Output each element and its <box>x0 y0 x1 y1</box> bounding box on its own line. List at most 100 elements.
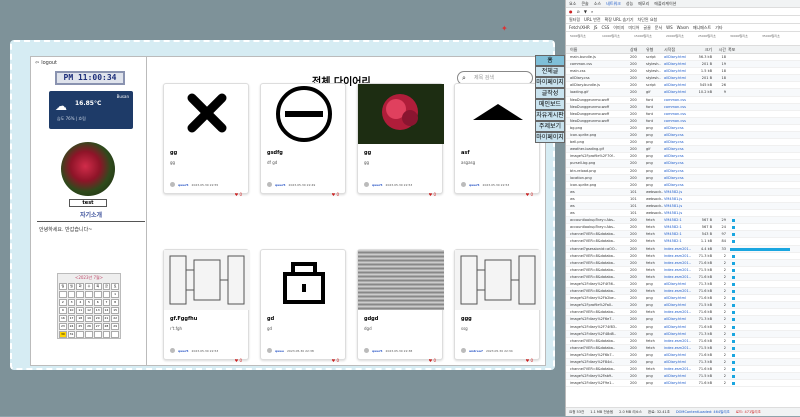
calendar-day[interactable]: 7 <box>102 299 111 306</box>
request-row[interactable]: allDiary.bundle.js 200 script allDiary.html… <box>566 82 800 90</box>
calendar-day[interactable]: 21 <box>102 315 111 322</box>
calendar-day[interactable]: 24 <box>67 323 76 330</box>
type-filter[interactable]: 미디어 <box>628 24 639 31</box>
request-row[interactable]: btn-reload.png 200 png allDiary.css <box>566 168 800 175</box>
calendar-day[interactable]: 2 <box>59 299 67 306</box>
request-row[interactable]: channel?gsessionid=aOO.. 200 fetch index.es… <box>566 245 800 253</box>
calendar-day[interactable]: 8 <box>111 299 119 306</box>
type-filter[interactable]: Wasm <box>677 24 689 31</box>
tab-4[interactable]: 메인보드 <box>535 99 565 110</box>
diary-card[interactable]: gdgd dgd qwer5 2023.05.30 22:38 ♥ 0 <box>357 249 444 363</box>
like-button[interactable]: ♥ 0 <box>332 192 339 197</box>
calendar-day[interactable]: 15 <box>111 307 119 314</box>
tab-1[interactable]: 전체글 <box>535 66 565 77</box>
tab-0[interactable]: 홈 <box>535 55 565 66</box>
request-row[interactable]: NeoDunggeunmo.woff 200 font common.css <box>566 103 800 111</box>
type-filter[interactable]: 매니페스트 <box>693 24 711 31</box>
tab-6[interactable]: 주제보기 <box>535 121 565 132</box>
request-row[interactable]: main.css 200 stylesh.. allDiary.html 1.5 kB 1… <box>566 68 800 76</box>
diary-card[interactable]: ggg ssg andrea7 2023.05.30 22:34 ♥ 0 <box>454 249 541 363</box>
type-filter[interactable]: 기타 <box>715 24 722 31</box>
search-icon[interactable]: ⌕ <box>591 8 593 15</box>
filter-option[interactable]: 확장 URL 숨기기 <box>605 16 634 23</box>
request-row[interactable]: NeoDunggeunmo.woff 200 font common.css <box>566 117 800 125</box>
type-filter[interactable]: 글꼴 <box>643 24 650 31</box>
request-row[interactable]: common.css 200 stylesh.. allDiary.html 201 B… <box>566 61 800 69</box>
request-row[interactable]: NeoDunggeunmo.woff 200 font common.css <box>566 97 800 104</box>
calendar-day[interactable]: 14 <box>102 307 111 314</box>
calendar-day[interactable]: 10 <box>67 307 76 314</box>
request-row[interactable]: icon-sprite.png 200 png allDiary.css <box>566 132 800 140</box>
type-filter[interactable]: CSS <box>601 24 609 31</box>
card-author[interactable]: qwee <box>275 349 284 353</box>
request-row[interactable]: channel?VER=8&databa.. 200 fetch index.esm2… <box>566 267 800 274</box>
calendar-day[interactable]: 12 <box>85 307 93 314</box>
column-header[interactable]: 상태 <box>630 46 646 53</box>
calendar-day[interactable]: 28 <box>102 323 111 330</box>
column-header[interactable]: 폭포 <box>728 46 800 53</box>
card-thumbnail[interactable] <box>261 250 347 310</box>
request-row[interactable]: loading.gif 200 gif allDiary.html 10.2 kB 9 <box>566 89 800 97</box>
card-author[interactable]: qwer5 <box>372 349 383 353</box>
diary-card[interactable]: gf.Fggfhu r't.fgh qwer5 2023.05.30 22:53 ♥ 0 <box>163 249 250 363</box>
type-filter[interactable]: 문서 <box>655 24 662 31</box>
logout-button[interactable]: ⇦ logout <box>35 60 57 66</box>
calendar-day[interactable]: 20 <box>93 315 102 322</box>
request-row[interactable]: weather-loading.gif 200 gif allDiary.css <box>566 146 800 154</box>
request-row[interactable]: channel?VER=8&databa.. 200 fetch index.esm2… <box>566 366 800 374</box>
calendar-day[interactable]: 13 <box>93 307 102 314</box>
calendar-day[interactable]: 31 <box>67 331 76 338</box>
request-row[interactable]: icon-sprite.png 200 png allDiary.css <box>566 182 800 189</box>
request-row[interactable]: image%2Fdiary%2F6e7.. 200 png allDiary.html… <box>566 316 800 324</box>
tab-2[interactable]: 마이페이지 <box>535 77 565 88</box>
request-row[interactable]: pursell-bg.png 200 png allDiary.css <box>566 160 800 168</box>
card-author[interactable]: andrea7 <box>469 349 483 353</box>
request-row[interactable]: bg.png 200 png allDiary.css <box>566 125 800 133</box>
request-row[interactable]: main.bundle.js 200 script allDiary.html 56.3… <box>566 54 800 62</box>
diary-card[interactable]: asf asgasg qwer5 2023.05.30 22:53 ♥ 0 <box>454 83 541 197</box>
request-row[interactable]: channel?VER=8&databa.. 200 fetch index.esm2… <box>566 259 800 267</box>
request-row[interactable]: channel?VER=8&databa.. 200 fetch VM4582:1 1.… <box>566 238 800 246</box>
request-row[interactable]: ws 101 websock.. VM4581.js <box>566 202 800 211</box>
calendar-day[interactable]: 30 <box>59 331 67 338</box>
like-button[interactable]: ♥ 0 <box>235 358 242 363</box>
record-icon[interactable]: ● <box>569 8 573 15</box>
type-filter[interactable]: JS <box>594 24 598 31</box>
type-filter[interactable]: Fetch/XHR <box>569 24 590 31</box>
card-thumbnail[interactable] <box>164 250 250 310</box>
diary-card[interactable]: gg gg qwer5 2023.05.30 22:55 ♥ 0 <box>163 83 249 197</box>
filter-icon[interactable]: ▼ <box>584 8 587 15</box>
filter-option[interactable]: 차단된 요청 <box>638 16 658 23</box>
card-author[interactable]: qwer5 <box>178 183 189 187</box>
tab-5[interactable]: 자유게시판 <box>535 110 565 121</box>
like-button[interactable]: ♥ 0 <box>235 192 242 197</box>
calendar-day[interactable]: 23 <box>59 323 67 330</box>
filter-option[interactable]: URL 반전 <box>584 16 601 23</box>
request-row[interactable]: channel?VER=8&databa.. 200 fetch index.esm2… <box>566 273 800 281</box>
devtools-tab[interactable]: 콘솔 <box>581 0 588 7</box>
request-row[interactable]: image%2Fdiary%2F6b7.. 200 png allDiary.html… <box>566 352 800 360</box>
type-filter[interactable]: 이미지 <box>613 24 624 31</box>
card-thumbnail[interactable] <box>455 84 541 144</box>
card-author[interactable]: qwer5 <box>372 183 383 187</box>
calendar-day[interactable]: 1 <box>111 291 119 298</box>
card-thumbnail[interactable] <box>358 250 444 310</box>
devtools-tab[interactable]: 애플리케이션 <box>654 0 676 7</box>
request-row[interactable]: image%2Fprofile%2Fa0.. 200 png allDiary.htm… <box>566 302 800 310</box>
request-row[interactable]: image%2Fdiary%2F84d.. 200 png allDiary.html… <box>566 359 800 367</box>
calendar-day[interactable]: 22 <box>111 315 119 322</box>
request-row[interactable]: image%2Fdiary%2F9e1.. 200 png allDiary.html… <box>566 380 800 388</box>
card-thumbnail[interactable] <box>358 84 444 144</box>
card-author[interactable]: qwer5 <box>469 183 480 187</box>
like-button[interactable]: ♥ 0 <box>429 358 436 363</box>
devtools-tab[interactable]: 요소 <box>569 0 576 7</box>
request-row[interactable]: channel?VER=8&databa.. 200 fetch VM4582:1 54… <box>566 231 800 239</box>
tab-7[interactable]: 마이페이지 <box>535 132 565 143</box>
tab-3[interactable]: 글작성 <box>535 88 565 99</box>
clear-icon[interactable]: ⊘ <box>577 8 580 15</box>
request-row[interactable]: channel?VER=8&databa.. 200 fetch index.esm2… <box>566 253 800 260</box>
devtools-tab[interactable]: 네트워크 <box>606 0 621 7</box>
calendar-day[interactable]: 19 <box>85 315 93 322</box>
request-row[interactable]: image%2Fdiary%2F4f36.. 200 png allDiary.htm… <box>566 281 800 289</box>
request-row[interactable]: image%2Fdiary%2F48d8.. 200 png allDiary.htm… <box>566 330 800 338</box>
